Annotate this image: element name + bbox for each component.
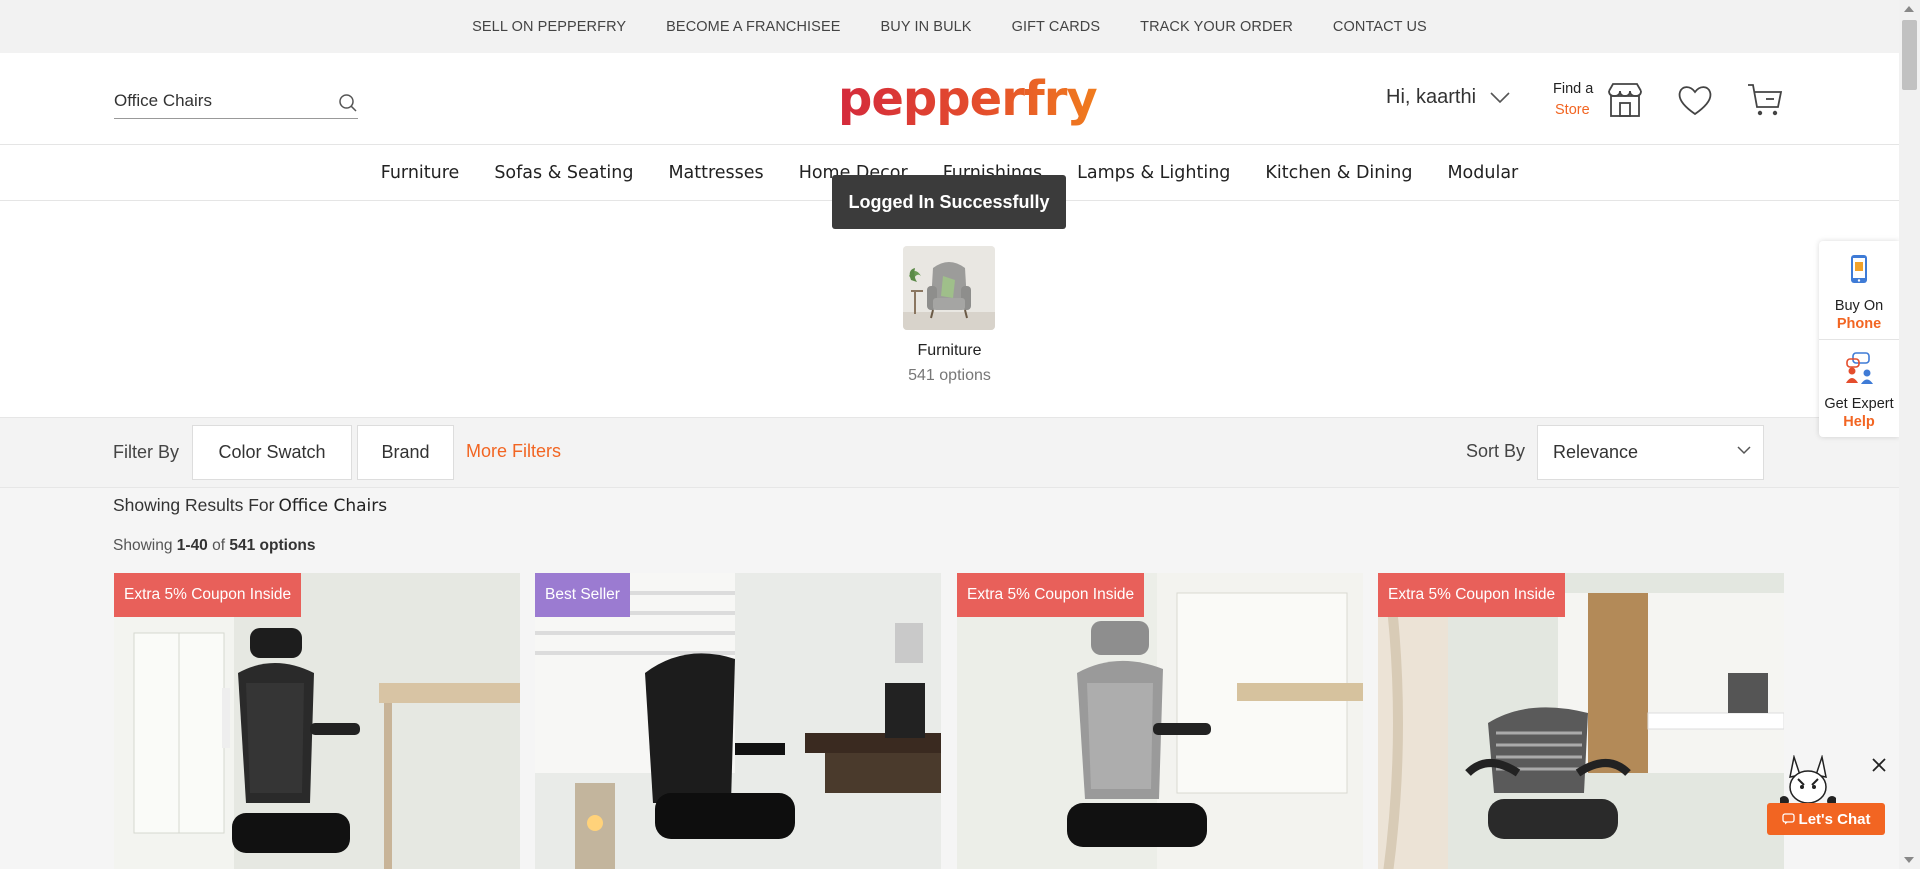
scroll-up-arrow[interactable] — [1904, 6, 1914, 12]
main-header: pepperfry Hi, kaarthi Find a Store — [0, 53, 1899, 145]
results-prefix: Showing Results For — [113, 495, 275, 515]
close-icon[interactable] — [1872, 758, 1886, 772]
results-heading: Showing Results For Office Chairs — [113, 495, 387, 516]
product-image — [1378, 573, 1784, 869]
scroll-thumb[interactable] — [1902, 20, 1917, 90]
nav-item-modular[interactable]: Modular — [1447, 163, 1518, 183]
nav-item-lamps[interactable]: Lamps & Lighting — [1077, 163, 1230, 183]
category-section: Home Furniture 541 options — [0, 201, 1899, 417]
top-link-contact[interactable]: CONTACT US — [1333, 19, 1427, 35]
category-thumbnail[interactable] — [903, 246, 995, 330]
top-link-gift-cards[interactable]: GIFT CARDS — [1012, 19, 1101, 35]
scroll-down-arrow[interactable] — [1904, 857, 1914, 863]
results-count-prefix: Showing — [113, 537, 173, 554]
wishlist-heart-icon[interactable] — [1676, 81, 1714, 119]
top-link-sell[interactable]: SELL ON PEPPERFRY — [472, 19, 626, 35]
mascot-icon — [1780, 755, 1836, 806]
get-expert-help-link[interactable]: Get Expert Help — [1819, 395, 1899, 431]
product-image — [114, 573, 520, 869]
nav-item-furniture[interactable]: Furniture — [381, 163, 460, 183]
buy-on-phone-label: Buy On — [1834, 298, 1884, 314]
filter-color-swatch[interactable]: Color Swatch — [192, 425, 352, 480]
product-card[interactable]: Extra 5% Coupon Inside — [114, 573, 520, 869]
nav-item-mattresses[interactable]: Mattresses — [668, 163, 763, 183]
login-toast: Logged In Successfully — [832, 175, 1066, 229]
user-greeting: Hi, kaarthi — [1386, 86, 1477, 108]
top-link-bulk[interactable]: BUY IN BULK — [880, 19, 971, 35]
nav-item-sofas[interactable]: Sofas & Seating — [494, 163, 633, 183]
top-utility-bar: SELL ON PEPPERFRY BECOME A FRANCHISEE BU… — [0, 0, 1899, 53]
chevron-down-icon — [1490, 91, 1510, 103]
category-count: 541 options — [908, 367, 991, 384]
cart-icon[interactable] — [1746, 81, 1784, 119]
expert-help-label: Get Expert — [1824, 396, 1894, 412]
pepperfry-logo[interactable]: pepperfry — [838, 71, 1098, 127]
product-image — [535, 573, 941, 869]
results-of: of — [212, 537, 226, 554]
nav-item-kitchen[interactable]: Kitchen & Dining — [1265, 163, 1412, 183]
find-store-label: Find a — [1553, 81, 1594, 97]
product-image — [957, 573, 1363, 869]
armchair-image — [903, 246, 995, 330]
widget-divider — [1819, 339, 1899, 340]
find-store-highlight: Store — [1555, 102, 1590, 118]
phone-icon[interactable] — [1845, 254, 1873, 286]
search-input[interactable] — [114, 87, 324, 115]
product-card[interactable]: Best Seller — [535, 573, 941, 869]
filter-brand[interactable]: Brand — [357, 425, 454, 480]
expert-help-icon[interactable] — [1843, 351, 1877, 385]
chat-bubble-icon — [1781, 813, 1795, 825]
results-query: Office Chairs — [278, 496, 388, 516]
expert-help-highlight: Help — [1843, 414, 1875, 430]
lets-chat-label: Let's Chat — [1798, 810, 1871, 828]
results-count: Showing 1-40 of 541 options — [113, 537, 316, 555]
results-total: 541 options — [229, 537, 316, 554]
product-badge: Extra 5% Coupon Inside — [114, 573, 302, 617]
find-store-link[interactable]: Find a Store — [1553, 79, 1593, 121]
page-scrollbar[interactable] — [1899, 0, 1920, 869]
buy-on-phone-highlight: Phone — [1836, 316, 1882, 332]
sort-select[interactable]: Relevance — [1537, 425, 1764, 480]
chevron-down-icon — [1737, 446, 1751, 455]
sort-selected-value: Relevance — [1553, 442, 1639, 462]
results-range: 1-40 — [176, 537, 208, 554]
store-icon[interactable] — [1606, 81, 1644, 119]
product-badge: Best Seller — [535, 573, 630, 617]
category-name[interactable]: Furniture — [0, 342, 1899, 360]
side-help-widget: Buy On Phone Get Expert Help — [1819, 241, 1899, 437]
search-box — [114, 87, 358, 119]
product-card[interactable]: Extra 5% Coupon Inside — [1378, 573, 1784, 869]
top-link-track-order[interactable]: TRACK YOUR ORDER — [1140, 19, 1293, 35]
top-link-franchisee[interactable]: BECOME A FRANCHISEE — [666, 19, 840, 35]
sort-by-label: Sort By — [1466, 441, 1526, 461]
filter-bar: Filter By Color Swatch Brand More Filter… — [0, 417, 1899, 488]
user-menu[interactable]: Hi, kaarthi — [1386, 86, 1510, 109]
search-icon[interactable] — [338, 93, 358, 113]
product-badge: Extra 5% Coupon Inside — [1378, 573, 1566, 617]
lets-chat-button[interactable]: Let's Chat — [1767, 803, 1885, 835]
filter-by-label: Filter By — [113, 442, 180, 462]
buy-on-phone-link[interactable]: Buy On Phone — [1819, 297, 1899, 333]
more-filters-link[interactable]: More Filters — [466, 441, 561, 462]
product-card[interactable]: Extra 5% Coupon Inside — [957, 573, 1363, 869]
product-badge: Extra 5% Coupon Inside — [957, 573, 1145, 617]
